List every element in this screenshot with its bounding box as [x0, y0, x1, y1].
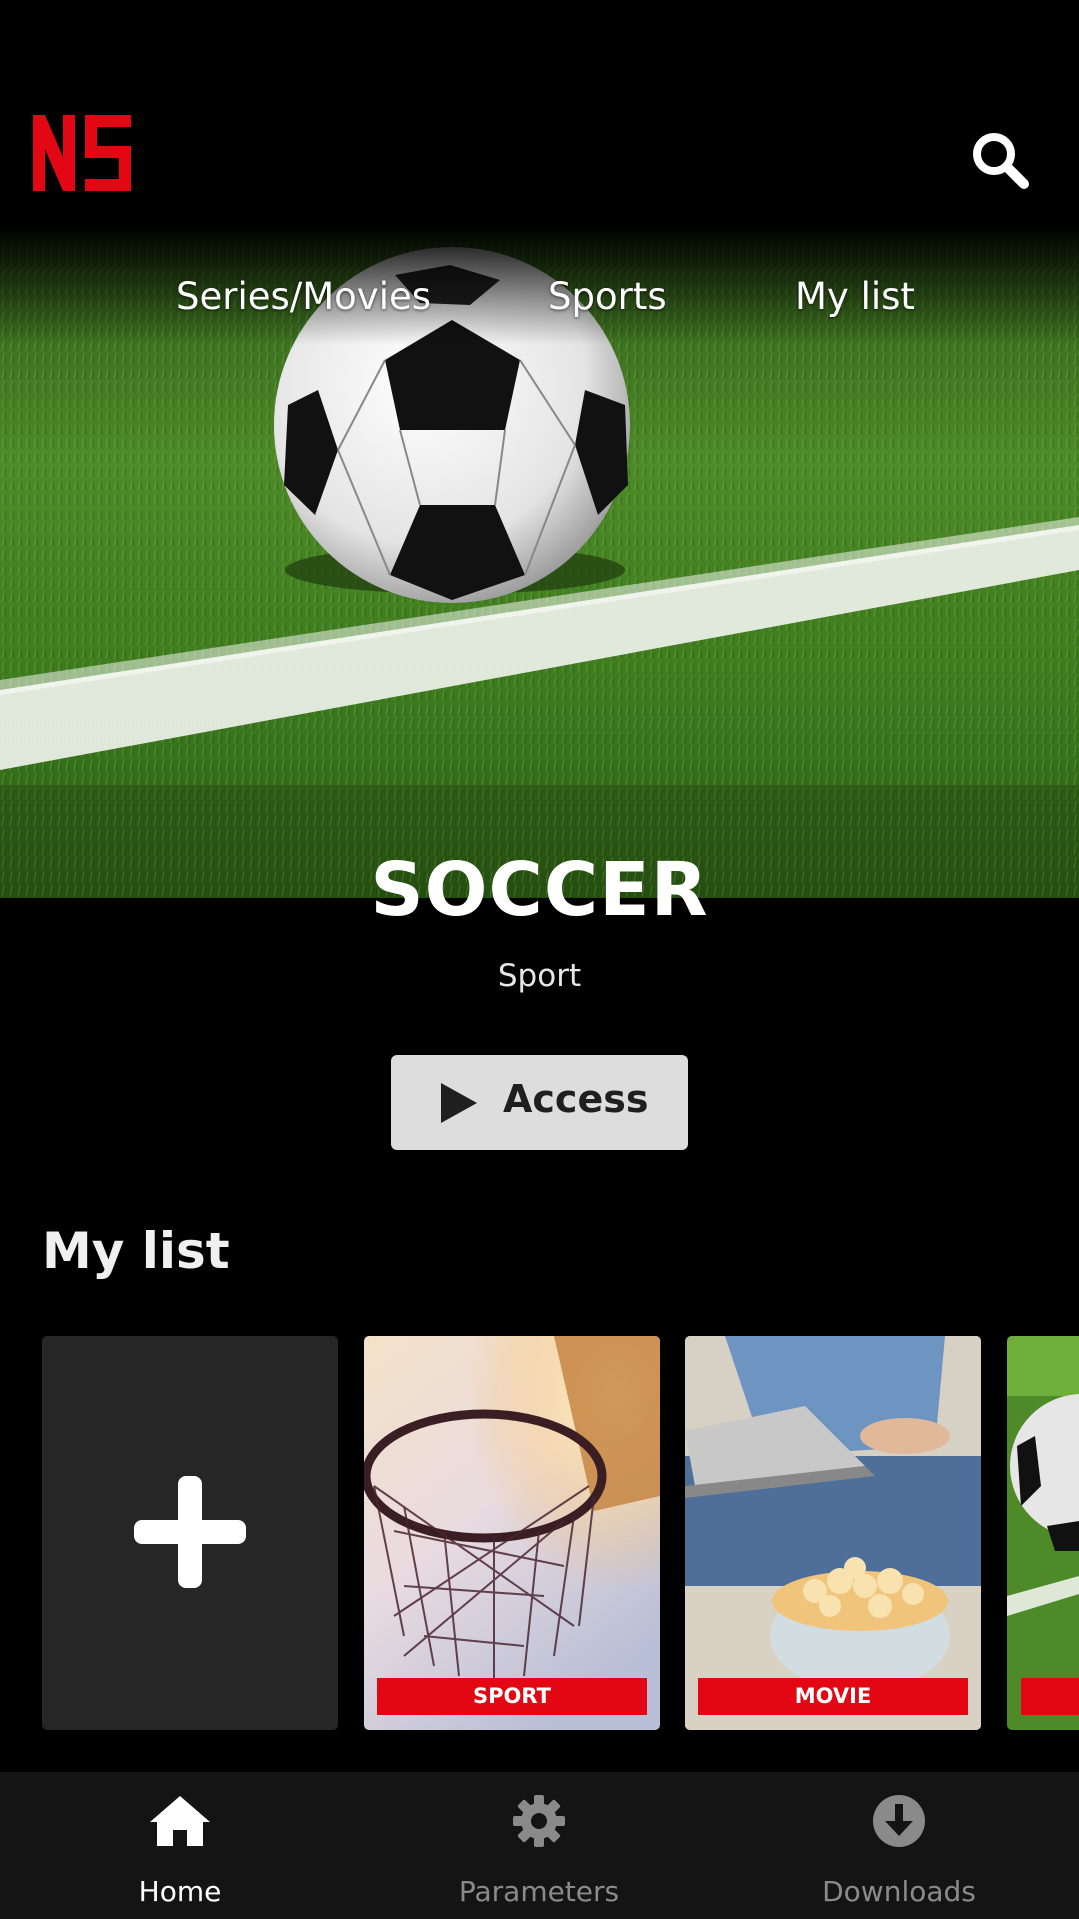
basketball-hoop-image: [364, 1336, 660, 1730]
plus-icon: [134, 1476, 246, 1588]
search-icon: [973, 133, 1029, 189]
featured-title: SOCCER: [370, 847, 709, 933]
access-button-label: Access: [503, 1077, 649, 1121]
search-button[interactable]: [970, 130, 1034, 194]
tab-downloads[interactable]: Downloads: [749, 1772, 1049, 1919]
my-list-title: My list: [42, 1222, 230, 1280]
category-badge: SPORT: [377, 1678, 647, 1715]
ns-logo[interactable]: [33, 115, 133, 191]
play-icon: [441, 1083, 477, 1123]
featured-genre: Sport: [497, 958, 582, 994]
tab-parameters[interactable]: Parameters: [389, 1772, 689, 1919]
access-button[interactable]: Access: [391, 1055, 688, 1150]
home-icon: [150, 1796, 210, 1846]
category-badge: MOVIE: [698, 1678, 968, 1715]
popcorn-laptop-image: [685, 1336, 981, 1730]
category-badge: [1021, 1678, 1079, 1715]
nav-my-list[interactable]: My list: [795, 275, 915, 318]
soccer-ball-image: [1007, 1336, 1079, 1730]
tab-home[interactable]: Home: [30, 1772, 330, 1919]
nav-sports[interactable]: Sports: [548, 275, 667, 318]
gear-icon: [513, 1795, 565, 1847]
tab-home-label: Home: [138, 1875, 222, 1908]
tab-downloads-label: Downloads: [822, 1875, 976, 1908]
download-icon: [873, 1795, 925, 1847]
category-nav: Series/Movies Sports My list: [0, 275, 1079, 335]
bottom-tab-bar: Home Parameters Downloads: [0, 1772, 1079, 1919]
top-header: [0, 0, 1079, 225]
list-item[interactable]: SPORT: [364, 1336, 660, 1730]
tab-parameters-label: Parameters: [458, 1875, 620, 1908]
nav-series-movies[interactable]: Series/Movies: [176, 275, 431, 318]
list-item[interactable]: MOVIE: [685, 1336, 981, 1730]
list-item[interactable]: [1007, 1336, 1079, 1730]
add-to-list-card[interactable]: [42, 1336, 338, 1730]
